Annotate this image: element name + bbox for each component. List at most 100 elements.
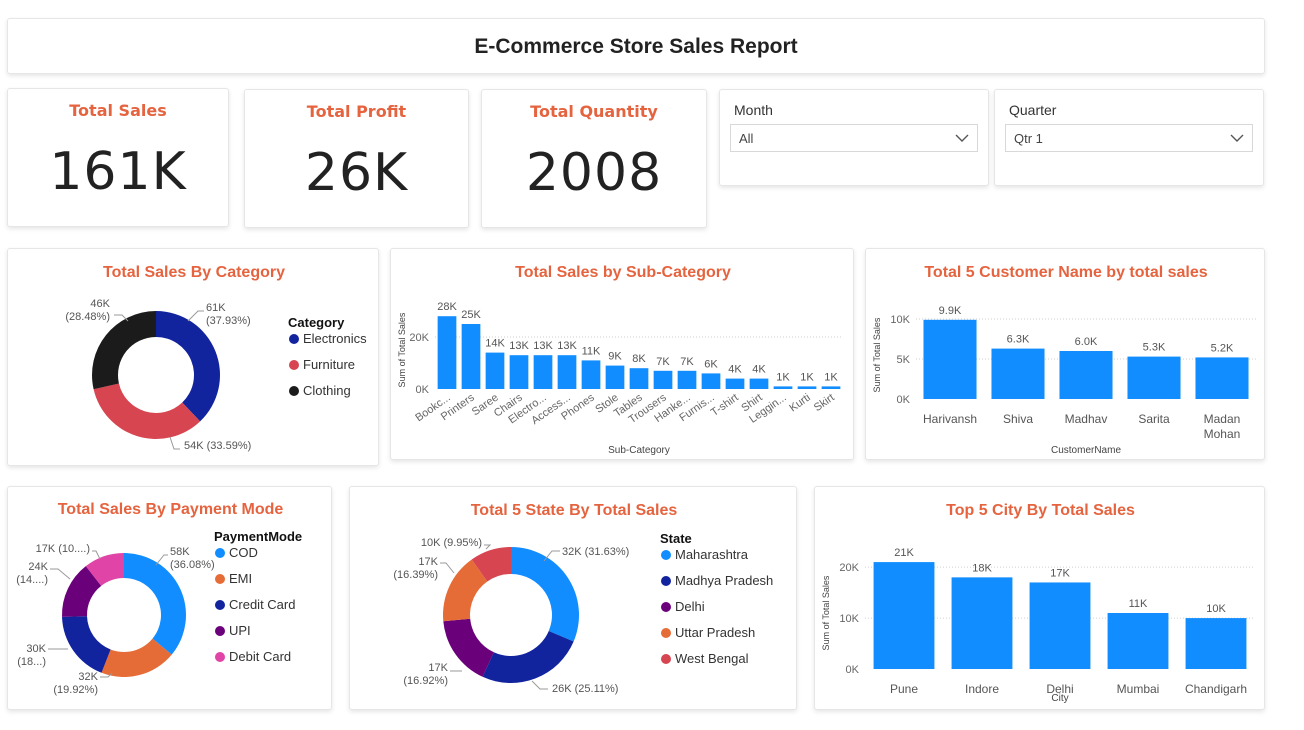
legend-item-label: Uttar Pradesh bbox=[675, 625, 755, 640]
legend-item-label: Debit Card bbox=[229, 649, 291, 664]
chart-title: Total 5 Customer Name by total sales bbox=[924, 264, 1207, 281]
legend-title: PaymentMode bbox=[214, 529, 302, 544]
legend-marker bbox=[215, 574, 225, 584]
bar[interactable] bbox=[1029, 582, 1091, 669]
bar-data-label: 11K bbox=[582, 345, 601, 357]
month-slicer: Month All bbox=[719, 89, 989, 186]
slice-data-label: 26K (25.11%) bbox=[552, 683, 618, 695]
bar-data-label: 9K bbox=[608, 351, 622, 363]
x-axis-label: CustomerName bbox=[1051, 445, 1121, 456]
category-donut-chart[interactable]: Total Sales By Category 61K(37.93%) 54K (3… bbox=[8, 249, 379, 466]
slice-data-label-pct: (28.48%) bbox=[65, 311, 110, 323]
month-dropdown[interactable]: All bbox=[730, 124, 978, 152]
kpi-total-quantity-card: Total Quantity 2008 bbox=[481, 89, 707, 228]
bar[interactable] bbox=[923, 319, 977, 399]
legend-item-label: Electronics bbox=[303, 331, 367, 346]
bar-data-label: 1K bbox=[800, 371, 814, 383]
leader-line bbox=[169, 436, 180, 450]
month-slicer-label: Month bbox=[734, 102, 773, 118]
bar[interactable] bbox=[1185, 618, 1247, 669]
slice-data-label: 17K bbox=[418, 556, 438, 568]
bar[interactable] bbox=[951, 577, 1013, 669]
kpi-total-sales-card: Total Sales 161K bbox=[7, 88, 229, 227]
bar[interactable] bbox=[821, 386, 841, 389]
bar-data-label: 8K bbox=[632, 353, 646, 365]
legend-item-label: Madhya Pradesh bbox=[675, 573, 773, 588]
bar-data-label: 6.3K bbox=[1007, 334, 1030, 346]
x-tick-label: Harivansh bbox=[923, 412, 977, 426]
bar[interactable] bbox=[797, 386, 817, 389]
y-tick-label: 20K bbox=[839, 562, 859, 574]
legend-item-label: Clothing bbox=[303, 383, 351, 398]
payment-donut-chart[interactable]: Total Sales By Payment Mode 58K(36.08%) 32… bbox=[8, 487, 332, 710]
bar[interactable] bbox=[485, 352, 505, 389]
x-tick-label: Kurti bbox=[787, 392, 812, 415]
donut-slice-credit-card[interactable] bbox=[62, 616, 111, 673]
y-tick-label: 0K bbox=[897, 394, 911, 406]
bar[interactable] bbox=[437, 316, 457, 389]
donut-slice-maharashtra[interactable] bbox=[511, 547, 579, 642]
subcategory-bar-chart[interactable]: Total Sales by Sub-Category 0K 20KSum of T… bbox=[391, 249, 854, 460]
bar[interactable] bbox=[1107, 613, 1169, 669]
quarter-dropdown[interactable]: Qtr 1 bbox=[1005, 124, 1253, 152]
bar[interactable] bbox=[749, 378, 769, 389]
quarter-slicer-label: Quarter bbox=[1009, 102, 1057, 118]
y-axis-label: Sum of Total Sales bbox=[397, 312, 407, 387]
bar[interactable] bbox=[773, 386, 793, 389]
bar[interactable] bbox=[701, 373, 721, 389]
slice-data-label: 54K (33.59%) bbox=[184, 440, 251, 452]
slice-data-label-pct: (16.39%) bbox=[393, 569, 438, 581]
legend-marker bbox=[661, 550, 671, 560]
slice-data-label: 17K bbox=[428, 662, 448, 674]
x-tick-label: T-shirt bbox=[709, 392, 741, 419]
leader-line bbox=[531, 680, 548, 690]
bar[interactable] bbox=[991, 348, 1045, 399]
report-title: E-Commerce Store Sales Report bbox=[474, 35, 798, 58]
slice-data-label-pct: (19.92%) bbox=[53, 684, 98, 696]
legend-item-label: COD bbox=[229, 545, 258, 560]
legend-marker bbox=[661, 576, 671, 586]
bar[interactable] bbox=[1195, 357, 1249, 399]
legend-marker bbox=[215, 600, 225, 610]
slice-data-label: 32K (31.63%) bbox=[562, 546, 629, 558]
bar[interactable] bbox=[557, 355, 577, 389]
bar[interactable] bbox=[461, 324, 481, 389]
bar[interactable] bbox=[677, 370, 697, 389]
x-tick-label: Mohan bbox=[1204, 427, 1241, 441]
bar[interactable] bbox=[533, 355, 553, 389]
customer-bar-chart[interactable]: Total 5 Customer Name by total sales 0K 5K… bbox=[866, 249, 1265, 460]
bar[interactable] bbox=[653, 370, 673, 389]
bar-data-label: 28K bbox=[437, 301, 457, 313]
bar[interactable] bbox=[1059, 351, 1113, 399]
bar-data-label: 1K bbox=[824, 371, 838, 383]
x-tick-label: Shiva bbox=[1003, 412, 1033, 426]
y-tick-label: 10K bbox=[890, 314, 910, 326]
donut-slice-furniture[interactable] bbox=[93, 383, 201, 439]
legend-marker bbox=[215, 626, 225, 636]
bar[interactable] bbox=[1127, 356, 1181, 399]
slice-data-label-pct: (36.08%) bbox=[170, 559, 215, 571]
bar[interactable] bbox=[725, 378, 745, 389]
bar[interactable] bbox=[873, 562, 935, 669]
x-axis-label: City bbox=[1051, 693, 1068, 704]
subcategory-chart-card: Total Sales by Sub-Category 0K 20K Sum of T… bbox=[390, 248, 854, 460]
slice-data-label-pct: (18...) bbox=[17, 656, 46, 668]
quarter-dropdown-value: Qtr 1 bbox=[1014, 130, 1043, 146]
bar[interactable] bbox=[605, 365, 625, 389]
donut-slice-electronics[interactable] bbox=[156, 311, 221, 422]
donut-slice-delhi[interactable] bbox=[443, 618, 494, 677]
bar-data-label: 11K bbox=[1129, 598, 1148, 610]
chart-title: Total Sales By Payment Mode bbox=[58, 501, 284, 518]
bar[interactable] bbox=[581, 360, 601, 389]
bar-data-label: 7K bbox=[680, 356, 694, 368]
bar-data-label: 4K bbox=[728, 364, 742, 376]
bar[interactable] bbox=[509, 355, 529, 389]
y-tick-label: 0K bbox=[416, 384, 430, 396]
state-donut-chart[interactable]: Total 5 State By Total Sales 32K (31.63%)… bbox=[350, 487, 797, 710]
x-tick-label: Sarita bbox=[1138, 412, 1170, 426]
city-bar-chart[interactable]: Top 5 City By Total Sales 0K 10K 20K Sum of … bbox=[815, 487, 1265, 710]
donut-slice-madhya-pradesh[interactable] bbox=[482, 630, 574, 683]
bar-data-label: 9.9K bbox=[939, 305, 962, 317]
legend-marker bbox=[289, 360, 299, 370]
bar[interactable] bbox=[629, 368, 649, 389]
